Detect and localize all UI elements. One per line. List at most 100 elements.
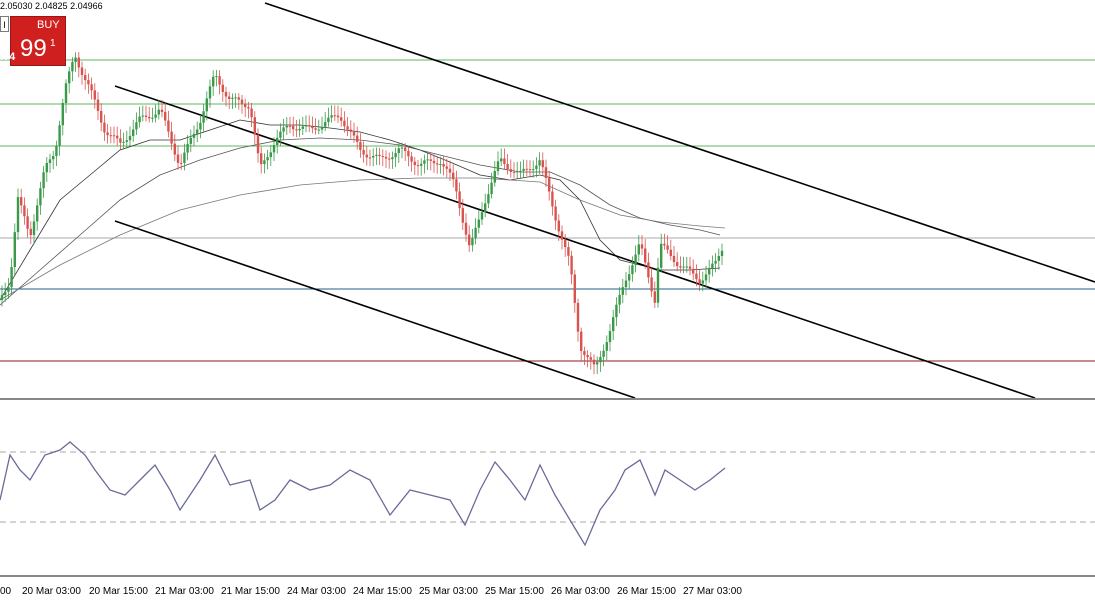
- candle-body: [429, 159, 432, 161]
- candle-body: [535, 165, 538, 170]
- candle-body: [138, 116, 141, 123]
- candle-body: [7, 287, 10, 292]
- candle-body: [74, 57, 77, 62]
- candle-body: [480, 212, 484, 220]
- candle-body: [122, 141, 125, 143]
- candle-body: [208, 86, 212, 99]
- candle-body: [61, 102, 64, 126]
- x-tick-label: 00: [0, 586, 12, 597]
- candle-body: [650, 277, 653, 292]
- candle-body: [439, 163, 442, 165]
- x-tick-label: 24 Mar 03:00: [287, 586, 346, 597]
- candle-body: [250, 108, 253, 118]
- x-tick-label: 26 Mar 15:00: [617, 586, 676, 597]
- candle-body: [356, 135, 359, 142]
- candle-body: [612, 317, 615, 332]
- candle-body: [282, 127, 285, 132]
- candle-body: [125, 140, 128, 142]
- candle-body: [80, 67, 84, 76]
- buy-label: BUY: [37, 19, 60, 31]
- symbol-toggle-button[interactable]: I: [0, 16, 9, 32]
- candle-body: [48, 159, 52, 163]
- time-axis: 00 20 Mar 03:00 20 Mar 15:00 21 Mar 03:0…: [0, 586, 742, 597]
- candle-body: [663, 243, 666, 246]
- candle-body: [112, 135, 116, 137]
- candle-body: [221, 84, 224, 92]
- candle-body: [516, 171, 519, 173]
- candle-body: [352, 131, 356, 136]
- candle-body: [637, 244, 640, 255]
- x-tick-label: 24 Mar 15:00: [353, 586, 412, 597]
- candle-body: [295, 129, 298, 131]
- price-chart[interactable]: 00 20 Mar 03:00 20 Mar 15:00 21 Mar 03:0…: [0, 0, 1095, 600]
- candle-body: [154, 114, 157, 118]
- candle-body: [0, 294, 4, 300]
- x-tick-label: 20 Mar 15:00: [89, 586, 148, 597]
- candle-body: [196, 129, 199, 134]
- candle-body: [541, 160, 544, 168]
- candle-body: [490, 182, 493, 195]
- candle-body: [448, 168, 452, 173]
- candle-body: [77, 57, 80, 68]
- candle-body: [692, 268, 695, 274]
- channel-upper-line[interactable]: [264, 2, 1095, 283]
- candle-body: [256, 134, 260, 154]
- candle-body: [615, 304, 618, 318]
- candle-body: [708, 268, 711, 275]
- candle-body: [304, 125, 308, 127]
- candle-body: [640, 244, 644, 249]
- channel-middle-line[interactable]: [114, 85, 1036, 399]
- candle-body: [164, 112, 167, 121]
- moving-average-mid: [0, 137, 721, 306]
- candle-body: [618, 294, 621, 305]
- candle-body: [532, 169, 535, 171]
- candle-body: [183, 152, 186, 163]
- candle-body: [445, 166, 448, 169]
- buy-price-fraction: 1: [50, 38, 56, 49]
- candle-body: [717, 255, 720, 261]
- candle-body: [20, 197, 23, 206]
- moving-average-slow: [0, 177, 726, 301]
- candle-body: [589, 357, 592, 360]
- candle-body: [519, 170, 522, 172]
- candle-body: [506, 163, 509, 170]
- candle-body: [592, 359, 596, 365]
- candle-body: [432, 160, 436, 164]
- candle-body: [410, 156, 413, 162]
- x-tick-label: 27 Mar 03:00: [683, 586, 742, 597]
- candle-body: [349, 129, 352, 132]
- buy-price-main: 99: [20, 35, 47, 62]
- candle-body: [176, 154, 180, 163]
- candle-body: [688, 266, 692, 269]
- channel-lower-line[interactable]: [114, 220, 636, 399]
- candle-body: [68, 71, 71, 84]
- candle-body: [247, 107, 250, 109]
- candle-body: [567, 247, 570, 256]
- candle-body: [26, 216, 29, 229]
- candle-body: [327, 117, 330, 123]
- candle-body: [71, 61, 74, 72]
- candle-body: [525, 168, 528, 170]
- candle-body: [608, 331, 612, 343]
- candle-body: [679, 266, 682, 268]
- candle-body: [372, 155, 375, 158]
- candle-body: [218, 76, 221, 85]
- candle-body: [528, 169, 532, 171]
- candle-body: [557, 220, 560, 232]
- candle-body: [32, 221, 36, 235]
- candle-body: [324, 122, 327, 127]
- candle-body: [128, 136, 132, 141]
- candle-body: [624, 280, 628, 288]
- candle-body: [442, 163, 445, 167]
- candle-body: [631, 265, 634, 275]
- candle-body: [116, 135, 119, 139]
- candle-body: [212, 76, 215, 87]
- candle-body: [55, 145, 58, 157]
- candle-body: [397, 148, 400, 154]
- candle-body: [676, 262, 679, 267]
- candle-body: [160, 109, 164, 113]
- candle-body: [23, 205, 26, 217]
- candle-body: [317, 129, 320, 131]
- candle-body: [477, 219, 480, 228]
- candle-body: [560, 231, 564, 240]
